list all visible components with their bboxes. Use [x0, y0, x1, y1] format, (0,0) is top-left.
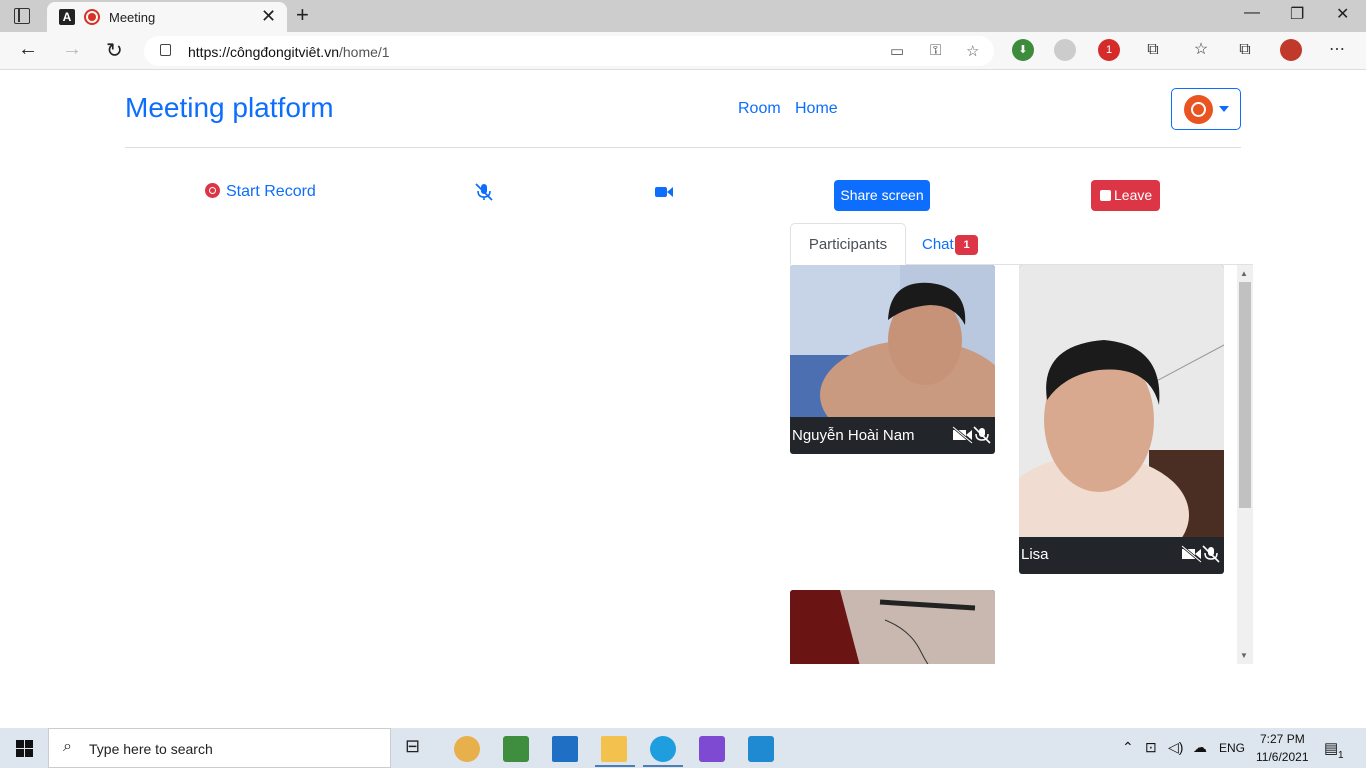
- refresh-icon[interactable]: ↻: [106, 38, 123, 63]
- search-placeholder: Type here to search: [89, 741, 213, 757]
- video-camera-icon[interactable]: [654, 184, 674, 205]
- minimize-icon[interactable]: —: [1244, 4, 1260, 22]
- record-icon: [205, 183, 220, 198]
- windows-start-icon[interactable]: [16, 740, 33, 757]
- url-text: https://côngđongitviêt.vn/home/1: [188, 44, 390, 60]
- participant-card: Lisa: [1019, 265, 1224, 574]
- adblock-icon[interactable]: 1: [1098, 39, 1120, 61]
- stop-icon: [1100, 190, 1111, 201]
- mic-muted-icon[interactable]: [474, 182, 494, 207]
- panel-scrollbar[interactable]: ▲ ▼: [1237, 265, 1253, 664]
- clock-date[interactable]: 11/6/2021: [1256, 750, 1309, 764]
- participants-panel[interactable]: Nguyễn Hoài Nam Lisa: [790, 265, 1253, 664]
- collections-icon[interactable]: ⧉: [1234, 39, 1256, 61]
- start-record-button[interactable]: Start Record: [205, 183, 316, 201]
- search-icon: ⌕: [63, 738, 72, 755]
- visual-studio-icon[interactable]: [699, 736, 725, 762]
- nav-room[interactable]: Room: [738, 100, 781, 118]
- scroll-down-icon[interactable]: ▼: [1240, 651, 1248, 660]
- taskbar-search[interactable]: ⌕ Type here to search: [48, 728, 391, 768]
- onedrive-icon[interactable]: ☁: [1193, 739, 1207, 756]
- close-window-icon[interactable]: ✕: [1336, 4, 1349, 24]
- tab-participants[interactable]: Participants: [790, 223, 906, 265]
- tab-chat[interactable]: Chat: [922, 236, 954, 253]
- media-off-icons: [952, 426, 992, 449]
- scroll-up-icon[interactable]: ▲: [1240, 269, 1248, 278]
- mail-icon[interactable]: [552, 736, 578, 762]
- favorites-icon[interactable]: ☆: [1190, 39, 1212, 61]
- volume-icon[interactable]: ◁): [1168, 739, 1183, 756]
- participant-video: [1019, 265, 1224, 537]
- task-view-icon[interactable]: ⊟: [405, 736, 431, 762]
- notification-icon[interactable]: ▤: [1324, 739, 1338, 757]
- lock-icon: [160, 44, 171, 56]
- vscode-icon[interactable]: [748, 736, 774, 762]
- notification-count: 1: [1338, 750, 1344, 761]
- share-screen-button[interactable]: Share screen: [834, 180, 930, 211]
- user-menu-button[interactable]: [1171, 88, 1241, 130]
- tab-actions-icon[interactable]: [14, 8, 30, 24]
- caret-down-icon: [1219, 106, 1229, 112]
- clock-time[interactable]: 7:27 PM: [1260, 732, 1305, 746]
- paint-icon[interactable]: [454, 736, 480, 762]
- browser-tab[interactable]: A Meeting ✕: [47, 2, 287, 32]
- download-extension-icon[interactable]: ⬇: [1012, 39, 1034, 61]
- tab-title: Meeting: [109, 10, 156, 25]
- nav-home[interactable]: Home: [795, 100, 838, 118]
- leave-button[interactable]: Leave: [1091, 180, 1160, 211]
- participant-video: [790, 265, 995, 417]
- chevron-up-icon[interactable]: ⌃: [1122, 739, 1134, 756]
- restore-icon[interactable]: ❐: [1290, 4, 1304, 24]
- close-icon[interactable]: ✕: [261, 6, 276, 27]
- forward-icon[interactable]: →: [62, 38, 82, 61]
- new-tab-icon[interactable]: +: [296, 2, 309, 28]
- participant-name: Lisa: [1021, 546, 1049, 563]
- extensions-icon[interactable]: ⧉: [1142, 39, 1164, 61]
- ubuntu-avatar-icon: [1184, 95, 1213, 124]
- browser-tab-bar: A Meeting ✕ + — ❐ ✕: [0, 0, 1366, 32]
- brand-title[interactable]: Meeting platform: [125, 92, 334, 124]
- edge-icon[interactable]: [650, 736, 676, 762]
- notepad-icon[interactable]: [503, 736, 529, 762]
- scroll-thumb[interactable]: [1239, 282, 1251, 508]
- key-icon[interactable]: ⚿: [930, 42, 941, 59]
- profile-avatar[interactable]: [1280, 39, 1302, 61]
- language-indicator[interactable]: ENG: [1219, 741, 1245, 755]
- recording-icon: [84, 9, 100, 25]
- active-indicator: [595, 765, 635, 767]
- favorite-add-icon[interactable]: ☆: [966, 42, 979, 60]
- browser-toolbar: ← → ↻ https://côngđongitviêt.vn/home/1 ▭…: [0, 32, 1366, 70]
- camera-icon[interactable]: ▭: [890, 42, 904, 60]
- media-off-icons: [1181, 545, 1221, 568]
- participant-video: [790, 590, 995, 664]
- participant-card: Nguyễn Hoài Nam: [790, 265, 995, 454]
- file-explorer-icon[interactable]: [601, 736, 627, 762]
- angular-icon: A: [59, 9, 75, 25]
- more-icon[interactable]: ⋯: [1326, 39, 1348, 61]
- network-icon[interactable]: ⊡: [1145, 739, 1157, 756]
- header-divider: [125, 147, 1241, 148]
- back-icon[interactable]: ←: [18, 38, 38, 61]
- chat-unread-badge: 1: [955, 235, 978, 255]
- extension-icon[interactable]: [1054, 39, 1076, 61]
- windows-taskbar: ⌕ Type here to search ⊟ ⌃ ⊡ ◁) ☁ ENG 7:2…: [0, 728, 1366, 768]
- participant-name: Nguyễn Hoài Nam: [792, 427, 915, 444]
- address-bar[interactable]: https://côngđongitviêt.vn/home/1 ▭ ⚿ ☆: [144, 36, 994, 66]
- participant-card: [790, 590, 995, 664]
- active-indicator: [643, 765, 683, 767]
